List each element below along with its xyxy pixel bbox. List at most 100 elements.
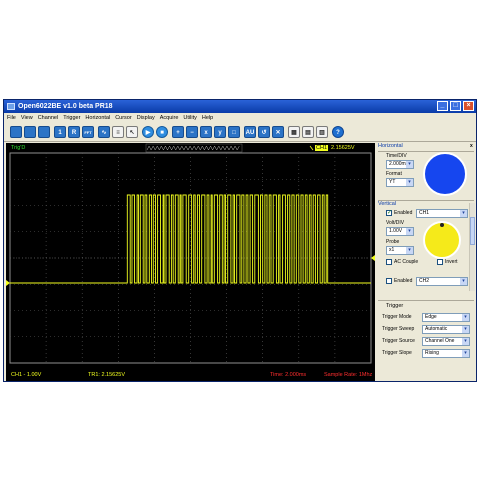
vertical-title: Vertical (378, 201, 397, 207)
zoom-fit-icon[interactable]: □ (228, 126, 240, 138)
layout-icon[interactable]: ▦ (288, 126, 300, 138)
time-readout: Time: 2.000ms (270, 372, 307, 378)
chevron-down-icon: ▾ (406, 179, 413, 186)
channel2-value: CH2 (419, 278, 430, 284)
close-button[interactable]: × (463, 101, 474, 111)
trigger-channel-badge: CH1 (315, 145, 329, 151)
channel-marker (6, 280, 10, 286)
menu-trigger[interactable]: Trigger (63, 113, 80, 123)
time-div-field[interactable]: 2.000ms ▾ (386, 160, 414, 169)
status-bar: CH1 - 1.00V TR1: 2.15625V Time: 2.000ms … (6, 370, 375, 381)
enabled2-checkbox[interactable] (386, 278, 392, 284)
zoom-out-icon[interactable]: − (186, 126, 198, 138)
menu-utility[interactable]: Utility (183, 113, 196, 123)
trigger-title: Trigger (386, 303, 404, 309)
menu-display[interactable]: Display (137, 113, 155, 123)
channel-value: CH1 (419, 210, 430, 216)
trigger-sweep-select[interactable]: Automatic ▾ (422, 325, 470, 334)
cursor-icon[interactable]: ↖ (126, 126, 138, 138)
waveform-plot (6, 143, 375, 364)
probe-select[interactable]: x1 ▾ (386, 246, 414, 255)
menu-cursor[interactable]: Cursor (115, 113, 132, 123)
chevron-down-icon: ▾ (460, 278, 467, 285)
stack-icon[interactable]: ≡ (112, 126, 124, 138)
channel-select[interactable]: CH1 ▾ (416, 209, 468, 218)
divider (378, 300, 474, 301)
invert-label: Invert (445, 259, 458, 265)
horizontal-knob[interactable] (422, 151, 468, 197)
open-icon[interactable] (10, 126, 22, 138)
wave-icon[interactable]: ∿ (98, 126, 110, 138)
invert-checkbox[interactable] (437, 259, 443, 265)
enabled-checkbox[interactable]: ✓ (386, 210, 392, 216)
zoom-x-icon[interactable]: x (200, 126, 212, 138)
trigger-source-label: Trigger Source (382, 338, 415, 344)
trigger-slope-value: Rising (425, 350, 439, 356)
menu-help[interactable]: Help (202, 113, 213, 123)
grid-icon[interactable]: ▤ (302, 126, 314, 138)
stop-icon[interactable]: ■ (156, 126, 168, 138)
default-icon[interactable]: ↺ (258, 126, 270, 138)
volt-div-value: 1.00V (389, 228, 403, 234)
edge-icon (309, 145, 314, 151)
print-icon[interactable] (38, 126, 50, 138)
zoom-y-icon[interactable]: y (214, 126, 226, 138)
trigger-sweep-value: Automatic (425, 326, 448, 332)
auto-icon[interactable]: AU (244, 126, 256, 138)
menu-acquire[interactable]: Acquire (160, 113, 179, 123)
format-label: Format (386, 171, 402, 177)
trigger-sweep-label: Trigger Sweep (382, 326, 415, 332)
trigger-mode-label: Trigger Mode (382, 314, 412, 320)
trig-status: Trig'D (11, 145, 26, 151)
ac-couple-label: AC Couple (394, 259, 419, 265)
format-select[interactable]: YT ▾ (386, 178, 414, 187)
chevron-down-icon: ▾ (462, 314, 469, 321)
vertical-knob[interactable] (422, 220, 462, 260)
ch1-icon[interactable]: 1 (54, 126, 66, 138)
ref-icon[interactable]: R (68, 126, 80, 138)
probe-value: x1 (389, 247, 395, 253)
ch1-scale: CH1 - 1.00V (11, 372, 42, 378)
trigger-readout: 2.15625V (331, 145, 355, 151)
app-window: Open6022BE v1.0 beta PR18 _ □ × File Vie… (3, 99, 477, 382)
channel2-select[interactable]: CH2 ▾ (416, 277, 468, 286)
menu-horizontal[interactable]: Horizontal (85, 113, 110, 123)
menu-channel[interactable]: Channel (38, 113, 59, 123)
chevron-down-icon: ▾ (462, 326, 469, 333)
panel-icon[interactable]: ▥ (316, 126, 328, 138)
ac-couple-checkbox[interactable] (386, 259, 392, 265)
volt-div-select[interactable]: 1.00V ▾ (386, 227, 414, 236)
window-title: Open6022BE v1.0 beta PR18 (18, 103, 113, 110)
tr1-readout: TR1: 2.15625V (88, 372, 125, 378)
menu-bar: File View Channel Trigger Horizontal Cur… (4, 113, 476, 123)
chevron-down-icon: ▾ (462, 350, 469, 357)
scope-display: Trig'D CH1 2.15625V (6, 143, 375, 370)
trigger-source-select[interactable]: Channel One ▾ (422, 337, 470, 346)
horizontal-title: Horizontal (378, 143, 403, 149)
minimize-button[interactable]: _ (437, 101, 448, 111)
format-value: YT (389, 179, 396, 185)
menu-file[interactable]: File (7, 113, 16, 123)
panel-close-icon[interactable]: x (470, 143, 473, 149)
fullscreen-icon[interactable]: ✕ (272, 126, 284, 138)
app-icon (7, 103, 15, 110)
menu-view[interactable]: View (21, 113, 33, 123)
chevron-down-icon: ▾ (406, 247, 413, 254)
trigger-slope-label: Trigger Slope (382, 350, 412, 356)
enabled2-label: Enabled (394, 278, 413, 284)
time-div-label: Time/DIV (386, 153, 407, 159)
maximize-button[interactable]: □ (450, 101, 461, 111)
trigger-slope-select[interactable]: Rising ▾ (422, 349, 470, 358)
vertical-scrollbar[interactable] (469, 203, 475, 291)
probe-label: Probe (386, 239, 400, 245)
scrollbar-thumb[interactable] (470, 217, 475, 245)
help-icon[interactable]: ? (332, 126, 344, 138)
fft-icon[interactable]: FFT (82, 126, 94, 138)
zoom-in-icon[interactable]: + (172, 126, 184, 138)
chevron-down-icon: ▾ (406, 161, 413, 168)
trigger-mode-value: Edge (425, 314, 437, 320)
trigger-mode-select[interactable]: Edge ▾ (422, 313, 470, 322)
run-icon[interactable]: ▶ (142, 126, 154, 138)
chevron-down-icon: ▾ (406, 228, 413, 235)
save-icon[interactable] (24, 126, 36, 138)
